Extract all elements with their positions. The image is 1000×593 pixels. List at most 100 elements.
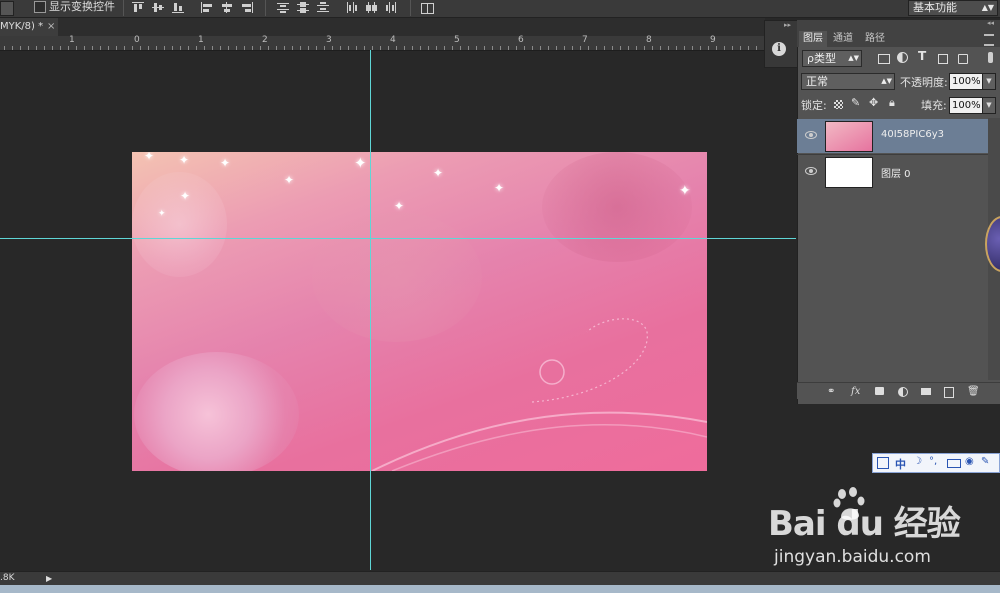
info-icon[interactable]: i — [772, 42, 786, 56]
filter-toggle-icon[interactable] — [988, 52, 993, 63]
align-left-icon[interactable] — [201, 2, 213, 13]
collapse-panels-icon[interactable]: ◂◂ — [987, 19, 994, 27]
visibility-eye-icon[interactable] — [805, 167, 817, 175]
separator — [123, 0, 124, 16]
adjustment-layer-icon[interactable] — [898, 387, 908, 397]
ruler-tick — [700, 46, 701, 50]
type-filter-icon[interactable]: T — [918, 49, 926, 63]
ruler-tick — [748, 46, 749, 50]
fill-dropdown-icon[interactable]: ▼ — [982, 97, 996, 114]
status-menu-arrow-icon[interactable]: ▶ — [46, 574, 52, 583]
ruler-tick — [724, 46, 725, 50]
punctuation-icon[interactable]: °, — [929, 456, 937, 467]
visibility-eye-icon[interactable] — [805, 131, 817, 139]
ruler-tick — [532, 46, 533, 50]
image-filter-icon[interactable] — [878, 54, 890, 64]
ruler-tick — [188, 46, 189, 50]
ruler-tick — [340, 46, 341, 50]
new-group-folder-icon[interactable] — [921, 388, 931, 395]
distribute-vertical-center-icon[interactable] — [297, 2, 309, 13]
new-layer-icon[interactable] — [944, 387, 954, 398]
ruler-tick — [332, 46, 333, 50]
ruler-tick — [300, 46, 301, 50]
layer-row-40I58PIC6y3[interactable]: 40I58PIC6y3 — [797, 119, 988, 153]
layer-style-fx-icon[interactable]: fx — [851, 386, 860, 397]
smart-object-filter-icon[interactable] — [958, 54, 968, 64]
ruler-tick — [580, 46, 581, 50]
ruler-tick — [76, 46, 77, 50]
tool-preset-dropdown[interactable] — [0, 1, 14, 16]
sparkle-icon: ✦ — [679, 183, 691, 199]
ruler-label: 1 — [198, 35, 204, 45]
ruler-tick — [196, 46, 197, 50]
align-horizontal-center-icon[interactable] — [221, 2, 233, 13]
tab-layers[interactable]: 图层 — [799, 31, 827, 47]
tab-channels[interactable]: 通道 — [829, 31, 857, 47]
ruler-tick — [540, 46, 541, 50]
chinese-mode-icon[interactable]: 中 — [895, 456, 906, 472]
align-vertical-center-icon[interactable] — [152, 2, 164, 13]
align-top-icon[interactable] — [132, 2, 144, 13]
half-width-moon-icon[interactable]: ☽ — [913, 456, 922, 467]
ruler-label: 9 — [710, 35, 716, 45]
expand-panels-icon[interactable]: ▸▸ — [784, 21, 791, 29]
layer-name: 40I58PIC6y3 — [881, 129, 945, 140]
distribute-bottom-icon[interactable] — [317, 2, 329, 13]
distribute-horizontal-center-icon[interactable] — [366, 2, 378, 13]
align-right-icon[interactable] — [241, 2, 253, 13]
delete-layer-trash-icon[interactable]: 🗑︎ — [967, 386, 980, 397]
ruler-tick — [484, 46, 485, 50]
blend-mode-select[interactable]: 正常 ▲▼ — [801, 73, 895, 90]
watermark-url: jingyan.baidu.com — [774, 547, 931, 567]
document-canvas[interactable]: ✦ ✦ ✦ ✦ ✦ ✦ ✦ ✦ ✦ ✦ ✦ — [132, 152, 707, 471]
distribute-top-icon[interactable] — [277, 2, 289, 13]
align-bottom-icon[interactable] — [172, 2, 184, 13]
ruler-tick — [260, 46, 261, 50]
ruler-tick — [620, 46, 621, 50]
layer-row-layer-0[interactable]: 图层 0 — [797, 155, 988, 189]
lock-pixels-icon[interactable]: ✎ — [851, 96, 860, 109]
shape-filter-icon[interactable] — [938, 54, 948, 64]
opacity-dropdown-icon[interactable]: ▼ — [982, 73, 996, 90]
ruler-tick — [668, 46, 669, 50]
horizontal-guide[interactable] — [0, 238, 796, 239]
distribute-right-icon[interactable] — [386, 2, 398, 13]
ime-logo-icon[interactable] — [877, 457, 889, 469]
tools-wrench-icon[interactable]: ✎ — [981, 456, 989, 467]
ruler-label: 4 — [390, 35, 396, 45]
layer-filter-label: ρ类型 — [807, 52, 836, 65]
auto-align-layers-icon[interactable] — [421, 2, 434, 14]
distribute-left-icon[interactable] — [346, 2, 358, 13]
layer-filter-select[interactable]: ρ类型 ▲▼ — [802, 50, 862, 67]
ruler-tick — [756, 46, 757, 50]
ruler-tick — [20, 46, 21, 50]
horizontal-ruler[interactable]: 1 0 1 2 3 4 5 6 7 8 9 — [0, 35, 765, 51]
lock-position-icon[interactable]: ✥ — [869, 96, 878, 109]
lock-all-icon[interactable]: 🔒︎ — [889, 96, 895, 110]
ruler-tick — [292, 46, 293, 50]
lock-transparent-icon[interactable] — [834, 100, 843, 109]
soft-keyboard-icon[interactable] — [947, 459, 961, 468]
show-transform-controls-checkbox[interactable] — [34, 1, 46, 13]
ruler-tick — [636, 46, 637, 50]
skin-icon[interactable]: ◉ — [965, 456, 974, 467]
sparkle-icon: ✦ — [220, 156, 231, 170]
ruler-tick — [732, 46, 733, 50]
watermark-brand: Bai du 经验 — [768, 504, 961, 544]
workspace-switcher[interactable]: 基本功能 ▲▼ — [908, 0, 998, 16]
opacity-field[interactable]: 100% — [949, 73, 983, 90]
ruler-tick — [428, 46, 429, 50]
vertical-guide[interactable] — [370, 50, 371, 570]
close-icon[interactable]: × — [47, 18, 55, 36]
add-mask-icon[interactable] — [875, 387, 884, 395]
tab-paths[interactable]: 路径 — [861, 31, 889, 47]
link-layers-icon[interactable]: ⚭ — [827, 386, 835, 397]
fill-label: 填充: — [921, 99, 947, 112]
ruler-label: 1 — [69, 35, 75, 45]
fill-field[interactable]: 100% — [949, 97, 983, 114]
adjustment-filter-icon[interactable] — [897, 52, 908, 63]
document-tab-bar — [0, 18, 765, 36]
ruler-tick — [596, 46, 597, 50]
panel-menu-icon[interactable] — [984, 34, 994, 46]
ruler-tick — [372, 46, 373, 50]
